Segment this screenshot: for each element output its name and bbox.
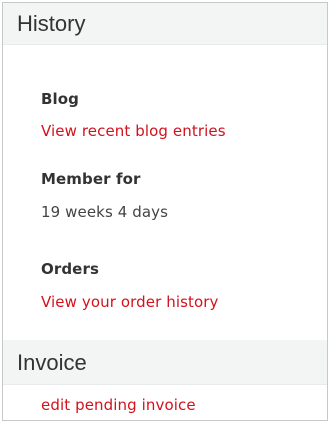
member-duration-value: 19 weeks 4 days	[41, 203, 169, 221]
view-order-history-link[interactable]: View your order history	[41, 293, 219, 311]
view-recent-blog-entries-link[interactable]: View recent blog entries	[41, 122, 226, 140]
edit-pending-invoice-link[interactable]: edit pending invoice	[41, 396, 196, 414]
user-history-panel: History Blog View recent blog entries Me…	[2, 2, 328, 421]
invoice-heading: Invoice	[3, 340, 327, 385]
history-heading: History	[3, 3, 327, 45]
orders-label: Orders	[41, 260, 99, 278]
blog-label: Blog	[41, 90, 80, 108]
member-for-label: Member for	[41, 170, 141, 188]
